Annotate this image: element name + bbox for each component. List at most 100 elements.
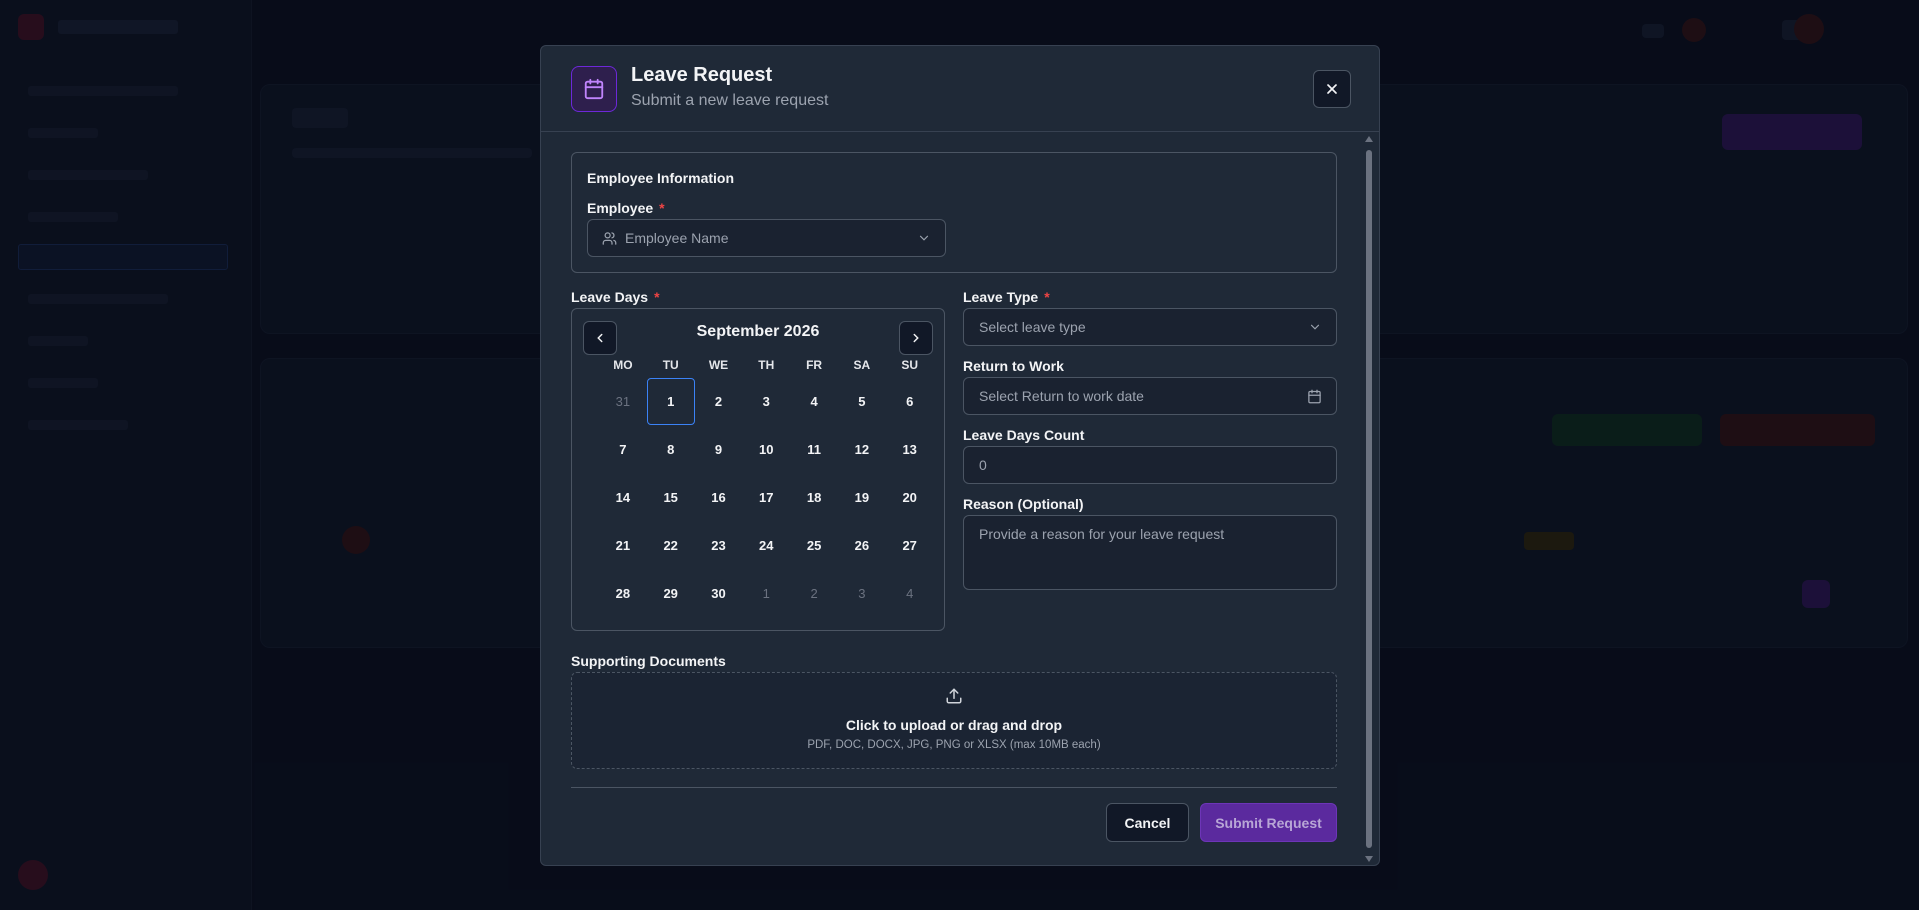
leave-type-placeholder: Select leave type bbox=[979, 319, 1086, 335]
upload-icon bbox=[945, 687, 963, 710]
calendar-day[interactable]: 13 bbox=[886, 425, 934, 473]
calendar-day[interactable]: 6 bbox=[886, 377, 934, 425]
leave-type-select[interactable]: Select leave type bbox=[963, 308, 1337, 346]
calendar-day[interactable]: 2 bbox=[695, 377, 743, 425]
return-to-work-label: Return to Work bbox=[963, 358, 1064, 374]
calendar-day[interactable]: 3 bbox=[838, 569, 886, 617]
employee-select[interactable]: Employee Name bbox=[587, 219, 946, 257]
leave-days-count-value: 0 bbox=[979, 457, 987, 473]
calendar-day[interactable]: 31 bbox=[599, 377, 647, 425]
calendar-day[interactable]: 7 bbox=[599, 425, 647, 473]
calendar-day[interactable]: 3 bbox=[742, 377, 790, 425]
calendar-day-number: 20 bbox=[902, 489, 917, 505]
calendar-day[interactable]: 4 bbox=[886, 569, 934, 617]
cancel-button[interactable]: Cancel bbox=[1106, 803, 1189, 842]
submit-request-button[interactable]: Submit Request bbox=[1200, 803, 1337, 842]
calendar-day[interactable]: 14 bbox=[599, 473, 647, 521]
calendar-small-icon bbox=[1307, 389, 1322, 404]
calendar-day[interactable]: 23 bbox=[695, 521, 743, 569]
modal-subtitle: Submit a new leave request bbox=[631, 92, 829, 109]
weekday-header: FR bbox=[806, 358, 823, 372]
calendar-day-number: 15 bbox=[663, 489, 678, 505]
calendar-day-number: 14 bbox=[615, 489, 631, 505]
scroll-up-arrow[interactable] bbox=[1365, 136, 1373, 142]
employee-label: Employee * bbox=[587, 200, 665, 216]
calendar-day[interactable]: 9 bbox=[695, 425, 743, 473]
calendar-day-number: 1 bbox=[646, 377, 695, 425]
calendar-day[interactable]: 2 bbox=[790, 569, 838, 617]
calendar-day-number: 10 bbox=[759, 441, 774, 457]
calendar-day-number: 26 bbox=[854, 537, 870, 553]
calendar-day-number: 1 bbox=[762, 585, 770, 601]
users-icon bbox=[602, 231, 617, 246]
calendar-day[interactable]: 27 bbox=[886, 521, 934, 569]
calendar-day[interactable]: 17 bbox=[742, 473, 790, 521]
close-icon bbox=[1327, 84, 1337, 94]
close-button[interactable] bbox=[1313, 70, 1351, 108]
calendar-day-number: 2 bbox=[810, 585, 818, 601]
employee-placeholder: Employee Name bbox=[625, 230, 729, 246]
calendar-day[interactable]: 24 bbox=[742, 521, 790, 569]
reason-textarea[interactable]: Provide a reason for your leave request bbox=[963, 515, 1337, 590]
calendar-day-number: 17 bbox=[759, 489, 774, 505]
leave-request-modal: Leave Request Submit a new leave request… bbox=[540, 45, 1380, 866]
calendar-day-selected[interactable]: 1 bbox=[646, 377, 695, 425]
calendar-day[interactable]: 8 bbox=[647, 425, 695, 473]
calendar-day[interactable]: 5 bbox=[838, 377, 886, 425]
weekday-header: MO bbox=[613, 358, 633, 372]
calendar-day-number: 22 bbox=[663, 537, 678, 553]
weekday-header: TU bbox=[662, 358, 679, 372]
calendar-icon bbox=[571, 66, 617, 112]
supporting-documents-label: Supporting Documents bbox=[571, 653, 726, 669]
calendar-day[interactable]: 25 bbox=[790, 521, 838, 569]
modal-scrollbar[interactable] bbox=[1363, 134, 1375, 864]
calendar-day[interactable]: 21 bbox=[599, 521, 647, 569]
calendar-day[interactable]: 26 bbox=[838, 521, 886, 569]
chevron-down-icon bbox=[917, 231, 931, 245]
calendar-day[interactable]: 30 bbox=[695, 569, 743, 617]
calendar-day-number: 2 bbox=[714, 393, 723, 409]
leave-type-label-text: Leave Type bbox=[963, 289, 1039, 305]
calendar-day-number: 21 bbox=[615, 537, 631, 553]
calendar-grid: MO TU WE TH FR SA SU 31 1 2 3 4 5 6 7 8 9 10 11 12 13 14 15 16 1… bbox=[599, 357, 934, 617]
weekday-header: SA bbox=[853, 358, 871, 372]
upload-title: Click to upload or drag and drop bbox=[845, 717, 1063, 733]
calendar-day[interactable]: 28 bbox=[599, 569, 647, 617]
calendar-day-number: 7 bbox=[619, 441, 627, 457]
scrollbar-thumb[interactable] bbox=[1366, 150, 1372, 848]
calendar-day[interactable]: 19 bbox=[838, 473, 886, 521]
next-month-button[interactable] bbox=[899, 321, 933, 355]
leave-days-count-input[interactable]: 0 bbox=[963, 446, 1337, 484]
calendar-day-number: 6 bbox=[906, 393, 914, 409]
required-mark: * bbox=[654, 289, 660, 305]
required-mark: * bbox=[659, 200, 665, 216]
file-upload-dropzone[interactable]: Click to upload or drag and drop PDF, DO… bbox=[571, 672, 1337, 769]
calendar-day[interactable]: 15 bbox=[647, 473, 695, 521]
modal-title: Leave Request bbox=[631, 64, 773, 86]
calendar-day-number: 3 bbox=[858, 585, 866, 601]
reason-placeholder: Provide a reason for your leave request bbox=[979, 526, 1225, 542]
chevron-down-icon bbox=[1308, 320, 1322, 334]
calendar-day[interactable]: 11 bbox=[790, 425, 838, 473]
return-to-work-date-input[interactable]: Select Return to work date bbox=[963, 377, 1337, 415]
calendar-day[interactable]: 18 bbox=[790, 473, 838, 521]
calendar-day-number: 8 bbox=[667, 441, 675, 457]
calendar-day[interactable]: 4 bbox=[790, 377, 838, 425]
calendar-day-number: 31 bbox=[615, 393, 631, 409]
calendar-day[interactable]: 20 bbox=[886, 473, 934, 521]
calendar-day[interactable]: 29 bbox=[647, 569, 695, 617]
leave-days-calendar: September 2026 MO TU WE TH FR SA SU 31 1 2 3 4 5 6 7 8 9… bbox=[571, 308, 945, 631]
calendar-day-number: 4 bbox=[810, 393, 818, 409]
calendar-day-number: 13 bbox=[902, 441, 917, 457]
calendar-day[interactable]: 16 bbox=[695, 473, 743, 521]
return-to-work-placeholder: Select Return to work date bbox=[979, 388, 1144, 404]
calendar-day-number: 29 bbox=[663, 585, 678, 601]
calendar-day-number: 4 bbox=[906, 585, 914, 601]
calendar-day[interactable]: 10 bbox=[742, 425, 790, 473]
calendar-day[interactable]: 1 bbox=[742, 569, 790, 617]
calendar-day[interactable]: 22 bbox=[647, 521, 695, 569]
calendar-day[interactable]: 12 bbox=[838, 425, 886, 473]
modal-header: Leave Request Submit a new leave request bbox=[541, 46, 1379, 132]
employee-information-section: Employee Information Employee * Employee … bbox=[571, 152, 1337, 273]
scroll-down-arrow[interactable] bbox=[1365, 856, 1373, 862]
